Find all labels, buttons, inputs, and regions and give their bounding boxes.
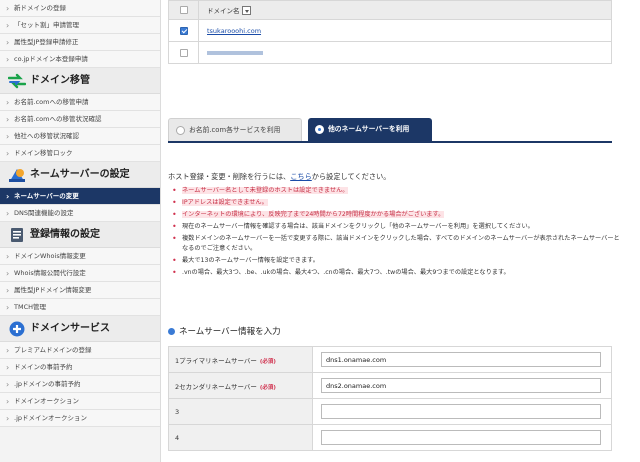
note-item: 現在のネームサーバー情報を確認する場合は、該当ドメインをクリックし「他のネームサ… [172, 222, 622, 232]
required-badge: (必須) [259, 358, 276, 365]
name-server-row: 1プライマリネームサーバー (必須) [168, 346, 612, 373]
sidebar-item[interactable]: TMCH管理 [0, 299, 160, 316]
note-item: インターネットの環境により、反映完了まで24時間から72時間程度かかる場合がござ… [172, 210, 622, 220]
main-content: ドメイン名 tsukarooohi.com お名前.com各サービスを利用 他の… [168, 0, 634, 462]
tab-other-name-servers[interactable]: 他のネームサーバーを利用 [308, 118, 432, 141]
sidebar-section-heading: 登録情報の設定 [0, 222, 160, 248]
sidebar: 新ドメインの登録「セット割」申請管理属性型JP登録申請修正co.jpドメイン本登… [0, 0, 161, 462]
sidebar-section-label: 登録情報の設定 [30, 229, 100, 240]
sidebar-section-heading: ドメインサービス [0, 316, 160, 342]
sidebar-item[interactable]: .jpドメインの事前予約 [0, 376, 160, 393]
sidebar-item[interactable]: お名前.comへの移管申請 [0, 94, 160, 111]
sidebar-item[interactable]: 他社への移管状況確認 [0, 128, 160, 145]
name-server-row: 3 [168, 398, 612, 425]
name-server-label: 4 [175, 433, 180, 442]
radio-selected-icon [315, 125, 324, 134]
name-server-tabs: お名前.com各サービスを利用 他のネームサーバーを利用 [168, 118, 612, 143]
name-server-input[interactable] [321, 352, 601, 367]
note-item: .vnの場合、最大3つ、.be、.ukの場合、最大4つ、.cnの場合、最大7つ、… [172, 268, 622, 278]
sidebar-item[interactable]: ネームサーバーの変更 [0, 188, 160, 205]
name-server-icon [8, 167, 26, 183]
note-item: ネームサーバー名として未登録のホストは設定できません。 [172, 186, 622, 196]
host-setting-intro: ホスト登録・変更・削除を行うには、こちらから設定してください。 [168, 172, 391, 181]
sidebar-item[interactable]: 「セット割」申請管理 [0, 17, 160, 34]
host-setting-link[interactable]: こちら [290, 172, 312, 181]
note-item: IPアドレスは設定できません。 [172, 198, 622, 208]
name-server-label: 3 [175, 407, 180, 416]
sidebar-item[interactable]: co.jpドメイン本登録申請 [0, 51, 160, 68]
notes-list: ネームサーバー名として未登録のホストは設定できません。 IPアドレスは設定できませ… [172, 186, 622, 280]
note-item: 最大で13のネームサーバー情報を設定できます。 [172, 256, 622, 266]
sidebar-section-heading: ドメイン移管 [0, 68, 160, 94]
plus-circle-icon [8, 321, 26, 337]
name-server-row: 4 [168, 424, 612, 451]
required-badge: (必須) [259, 384, 276, 391]
select-all-checkbox[interactable] [179, 6, 188, 14]
domain-name-header: ドメイン名 [207, 6, 240, 15]
sidebar-item[interactable]: 属性型JP登録申請修正 [0, 34, 160, 51]
radio-icon [176, 126, 185, 135]
domain-checkbox[interactable] [179, 48, 188, 57]
name-server-label: 2セカンダリネームサーバー [175, 382, 257, 391]
sidebar-item[interactable]: .jpドメインオークション [0, 410, 160, 427]
sidebar-item[interactable]: DNS関連機能の設定 [0, 205, 160, 222]
sidebar-section-label: ドメイン移管 [30, 75, 90, 86]
name-server-input[interactable] [321, 404, 601, 419]
name-server-label: 1プライマリネームサーバー [175, 356, 257, 365]
name-server-form: 1プライマリネームサーバー(必須)2セカンダリネームサーバー(必須)34 [168, 346, 612, 451]
bullet-dot-icon [168, 328, 175, 335]
sidebar-item[interactable]: ドメインオークション [0, 393, 160, 410]
sidebar-section-label: ドメインサービス [30, 323, 110, 334]
sidebar-item[interactable]: ドメインWhois情報変更 [0, 248, 160, 265]
tab-onamae-services[interactable]: お名前.com各サービスを利用 [168, 118, 302, 141]
name-server-input[interactable] [321, 430, 601, 445]
transfer-arrows-icon [7, 73, 27, 89]
ns-section-title: ネームサーバー情報を入力 [168, 325, 281, 337]
sidebar-item[interactable]: Whois情報公開代行設定 [0, 265, 160, 282]
sidebar-item[interactable]: お名前.comへの移管状況確認 [0, 111, 160, 128]
registration-info-icon [8, 227, 26, 243]
domain-table-header: ドメイン名 [168, 0, 612, 20]
sidebar-item[interactable]: 新ドメインの登録 [0, 0, 160, 17]
note-item: 複数ドメインのネームサーバーを一括で変更する際に、該当ドメインをクリックした場合… [172, 234, 622, 254]
name-server-input[interactable] [321, 378, 601, 393]
table-row: tsukarooohi.com [168, 19, 612, 42]
sidebar-item[interactable]: プレミアムドメインの登録 [0, 342, 160, 359]
redacted-domain [207, 50, 263, 55]
sidebar-item[interactable]: 属性型JPドメイン情報変更 [0, 282, 160, 299]
domain-table: ドメイン名 tsukarooohi.com [168, 0, 612, 64]
name-server-row: 2セカンダリネームサーバー (必須) [168, 372, 612, 399]
sidebar-section-heading: ネームサーバーの設定 [0, 162, 160, 188]
sidebar-item[interactable]: ドメインの事前予約 [0, 359, 160, 376]
domain-checkbox[interactable] [179, 26, 188, 35]
domain-link[interactable]: tsukarooohi.com [207, 27, 261, 35]
sidebar-item[interactable]: ドメイン移管ロック [0, 145, 160, 162]
sort-dropdown-icon[interactable] [241, 6, 251, 16]
sidebar-section-label: ネームサーバーの設定 [30, 169, 130, 180]
table-row [168, 41, 612, 64]
